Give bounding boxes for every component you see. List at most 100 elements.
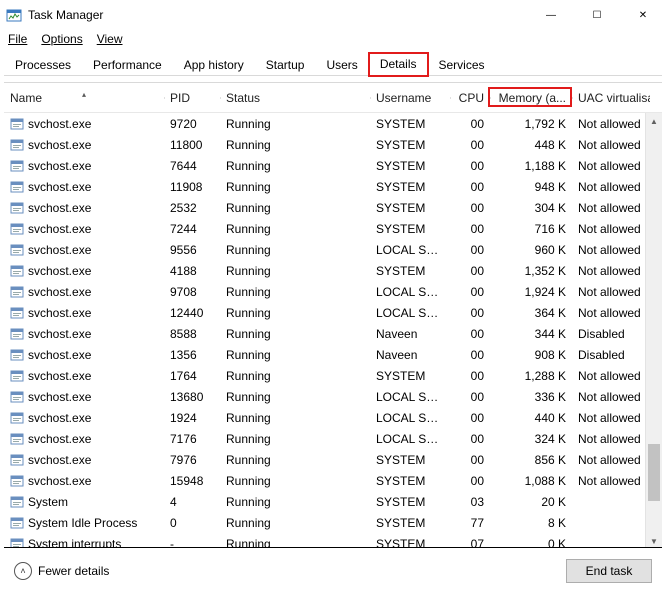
cell-username: SYSTEM bbox=[370, 138, 450, 152]
col-header-username[interactable]: Username bbox=[370, 91, 450, 105]
cell-uac: Disabled bbox=[572, 348, 650, 362]
cell-username: SYSTEM bbox=[370, 201, 450, 215]
table-row[interactable]: svchost.exe1764RunningSYSTEM001,288 KNot… bbox=[4, 365, 662, 386]
table-row[interactable]: System4RunningSYSTEM0320 K bbox=[4, 491, 662, 512]
table-row[interactable]: svchost.exe7976RunningSYSTEM00856 KNot a… bbox=[4, 449, 662, 470]
table-row[interactable]: svchost.exe4188RunningSYSTEM001,352 KNot… bbox=[4, 260, 662, 281]
tab-users[interactable]: Users bbox=[315, 54, 368, 76]
col-header-uac[interactable]: UAC virtualisat... bbox=[572, 91, 650, 105]
col-header-name[interactable]: ▴ Name bbox=[4, 91, 164, 105]
cell-memory: 856 K bbox=[490, 453, 572, 467]
cell-uac: Not allowed bbox=[572, 453, 650, 467]
scroll-up-arrow-icon[interactable]: ▲ bbox=[646, 113, 662, 130]
cell-name: svchost.exe bbox=[28, 411, 91, 425]
vertical-scrollbar[interactable]: ▲ ▼ bbox=[645, 113, 662, 550]
process-icon bbox=[10, 327, 24, 341]
cell-status: Running bbox=[220, 432, 370, 446]
table-row[interactable]: svchost.exe13680RunningLOCAL SE...00336 … bbox=[4, 386, 662, 407]
table-row[interactable]: svchost.exe11800RunningSYSTEM00448 KNot … bbox=[4, 134, 662, 155]
table-row[interactable]: System Idle Process0RunningSYSTEM778 K bbox=[4, 512, 662, 533]
col-header-memory[interactable]: Memory (a... bbox=[490, 91, 572, 105]
cell-uac: Disabled bbox=[572, 327, 650, 341]
tab-strip: ProcessesPerformanceApp historyStartupUs… bbox=[4, 52, 662, 76]
table-row[interactable]: svchost.exe11908RunningSYSTEM00948 KNot … bbox=[4, 176, 662, 197]
process-icon bbox=[10, 411, 24, 425]
footer-bar: ˄ Fewer details End task bbox=[4, 547, 662, 593]
table-row[interactable]: svchost.exe2532RunningSYSTEM00304 KNot a… bbox=[4, 197, 662, 218]
tab-details[interactable]: Details bbox=[369, 53, 428, 76]
title-bar: Task Manager — ☐ ✕ bbox=[0, 0, 666, 30]
cell-cpu: 00 bbox=[450, 243, 490, 257]
cell-pid: 9708 bbox=[164, 285, 220, 299]
tab-startup[interactable]: Startup bbox=[255, 54, 316, 76]
cell-memory: 1,924 K bbox=[490, 285, 572, 299]
tab-apphistory[interactable]: App history bbox=[173, 54, 255, 76]
cell-pid: 13680 bbox=[164, 390, 220, 404]
cell-memory: 960 K bbox=[490, 243, 572, 257]
scrollbar-track[interactable] bbox=[646, 130, 662, 533]
scrollbar-thumb[interactable] bbox=[648, 444, 660, 500]
process-icon bbox=[10, 264, 24, 278]
table-row[interactable]: svchost.exe7176RunningLOCAL SE...00324 K… bbox=[4, 428, 662, 449]
table-row[interactable]: svchost.exe1924RunningLOCAL SE...00440 K… bbox=[4, 407, 662, 428]
table-body[interactable]: svchost.exe9720RunningSYSTEM001,792 KNot… bbox=[4, 113, 662, 550]
cell-status: Running bbox=[220, 411, 370, 425]
sort-asc-icon: ▴ bbox=[82, 91, 86, 99]
cell-cpu: 00 bbox=[450, 159, 490, 173]
process-icon bbox=[10, 474, 24, 488]
cell-cpu: 00 bbox=[450, 180, 490, 194]
cell-uac: Not allowed bbox=[572, 306, 650, 320]
cell-uac: Not allowed bbox=[572, 390, 650, 404]
cell-memory: 1,288 K bbox=[490, 369, 572, 383]
process-icon bbox=[10, 159, 24, 173]
fewer-details-button[interactable]: ˄ Fewer details bbox=[14, 562, 109, 580]
cell-username: SYSTEM bbox=[370, 117, 450, 131]
col-header-status[interactable]: Status bbox=[220, 91, 370, 105]
table-row[interactable]: svchost.exe8588RunningNaveen00344 KDisab… bbox=[4, 323, 662, 344]
cell-cpu: 00 bbox=[450, 411, 490, 425]
cell-name: svchost.exe bbox=[28, 159, 91, 173]
cell-pid: 7976 bbox=[164, 453, 220, 467]
end-task-button[interactable]: End task bbox=[566, 559, 652, 583]
col-header-pid[interactable]: PID bbox=[164, 91, 220, 105]
table-row[interactable]: svchost.exe9708RunningLOCAL SE...001,924… bbox=[4, 281, 662, 302]
cell-memory: 20 K bbox=[490, 495, 572, 509]
cell-pid: 1356 bbox=[164, 348, 220, 362]
tab-services[interactable]: Services bbox=[428, 54, 496, 76]
process-icon bbox=[10, 180, 24, 194]
process-icon bbox=[10, 117, 24, 131]
cell-status: Running bbox=[220, 306, 370, 320]
cell-username: SYSTEM bbox=[370, 474, 450, 488]
col-header-cpu[interactable]: CPU bbox=[450, 91, 490, 105]
cell-name: svchost.exe bbox=[28, 390, 91, 404]
menu-file[interactable]: File bbox=[8, 32, 27, 46]
table-row[interactable]: svchost.exe9556RunningLOCAL SE...00960 K… bbox=[4, 239, 662, 260]
cell-pid: 11908 bbox=[164, 180, 220, 194]
table-row[interactable]: svchost.exe7244RunningSYSTEM00716 KNot a… bbox=[4, 218, 662, 239]
tab-performance[interactable]: Performance bbox=[82, 54, 173, 76]
table-row[interactable]: svchost.exe1356RunningNaveen00908 KDisab… bbox=[4, 344, 662, 365]
cell-pid: 15948 bbox=[164, 474, 220, 488]
menu-options[interactable]: Options bbox=[41, 32, 82, 46]
cell-uac: Not allowed bbox=[572, 222, 650, 236]
close-button[interactable]: ✕ bbox=[620, 0, 666, 30]
cell-memory: 344 K bbox=[490, 327, 572, 341]
cell-username: LOCAL SE... bbox=[370, 390, 450, 404]
table-row[interactable]: svchost.exe7644RunningSYSTEM001,188 KNot… bbox=[4, 155, 662, 176]
table-row[interactable]: svchost.exe12440RunningLOCAL SE...00364 … bbox=[4, 302, 662, 323]
cell-username: SYSTEM bbox=[370, 369, 450, 383]
cell-memory: 908 K bbox=[490, 348, 572, 362]
cell-name: svchost.exe bbox=[28, 201, 91, 215]
table-row[interactable]: svchost.exe9720RunningSYSTEM001,792 KNot… bbox=[4, 113, 662, 134]
maximize-button[interactable]: ☐ bbox=[574, 0, 620, 30]
cell-memory: 324 K bbox=[490, 432, 572, 446]
tab-processes[interactable]: Processes bbox=[4, 54, 82, 76]
menu-view[interactable]: View bbox=[97, 32, 123, 46]
table-row[interactable]: svchost.exe15948RunningSYSTEM001,088 KNo… bbox=[4, 470, 662, 491]
minimize-button[interactable]: — bbox=[528, 0, 574, 30]
cell-cpu: 00 bbox=[450, 222, 490, 236]
cell-uac: Not allowed bbox=[572, 285, 650, 299]
cell-uac: Not allowed bbox=[572, 180, 650, 194]
cell-memory: 364 K bbox=[490, 306, 572, 320]
window-title: Task Manager bbox=[28, 8, 103, 22]
